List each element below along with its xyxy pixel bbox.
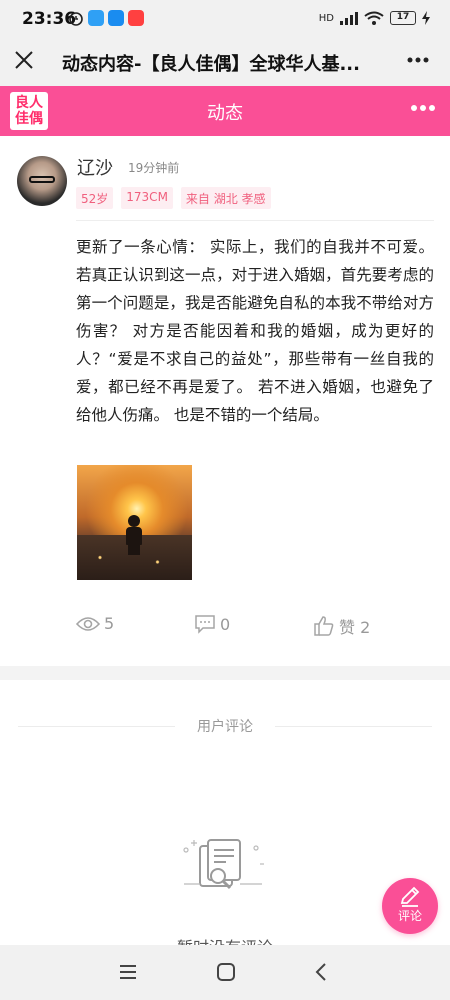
thumbs-up-icon bbox=[314, 616, 334, 636]
tag-height: 173CM bbox=[121, 187, 173, 209]
write-comment-button[interactable]: 评论 bbox=[382, 878, 438, 934]
avatar[interactable] bbox=[17, 156, 67, 206]
status-notification-icons bbox=[68, 10, 144, 26]
profile-tags: 52岁 173CM 来自 湖北 孝感 bbox=[76, 187, 271, 209]
avatar-glasses bbox=[29, 176, 55, 183]
section-separator bbox=[0, 666, 450, 680]
empty-document-icon bbox=[183, 839, 264, 890]
eye-icon bbox=[76, 616, 100, 631]
more-dots-icon bbox=[411, 105, 435, 111]
close-button[interactable] bbox=[12, 48, 36, 72]
post-stats: 5 0 赞 2 bbox=[0, 614, 450, 644]
tag-age: 52岁 bbox=[76, 187, 114, 209]
home-icon[interactable] bbox=[214, 960, 238, 984]
signal-icon bbox=[340, 12, 358, 25]
charging-icon bbox=[422, 11, 430, 25]
post-card: 辽沙 19分钟前 52岁 173CM 来自 湖北 孝感 更新了一条心情： 实际上… bbox=[0, 136, 450, 666]
alarm-icon bbox=[69, 12, 83, 26]
status-bar: 23:36 HD 17 bbox=[0, 0, 450, 38]
network-type: HD bbox=[318, 12, 334, 24]
image-child-silhouette bbox=[126, 515, 142, 555]
post-time: 19分钟前 bbox=[128, 161, 180, 175]
battery-icon: 17 bbox=[390, 11, 416, 25]
comments-count: 0 bbox=[220, 614, 231, 634]
back-icon[interactable] bbox=[310, 960, 334, 984]
close-icon bbox=[15, 51, 33, 69]
views-stat: 5 bbox=[76, 614, 114, 633]
views-count: 5 bbox=[104, 614, 115, 633]
write-comment-label: 评论 bbox=[397, 909, 422, 923]
post-image[interactable] bbox=[77, 465, 192, 580]
system-nav-bar bbox=[0, 945, 450, 1000]
pencil-icon bbox=[400, 886, 420, 907]
status-system-icons: HD 17 bbox=[319, 11, 430, 25]
comments-stat[interactable]: 0 bbox=[194, 614, 230, 634]
notification-app-icon bbox=[128, 10, 144, 26]
menu-icon[interactable] bbox=[116, 960, 140, 984]
page-title: 动态内容-【良人佳偶】全球华人基... bbox=[62, 54, 360, 75]
comments-title: 用户评论 bbox=[175, 716, 275, 736]
app-title-bar: 动态内容-【良人佳偶】全球华人基... bbox=[0, 38, 450, 86]
app-header: 良人 佳偶 动态 bbox=[0, 86, 450, 136]
comment-icon bbox=[195, 615, 215, 634]
divider bbox=[76, 220, 434, 221]
like-button[interactable]: 赞 2 bbox=[313, 614, 370, 638]
likes-label: 赞 2 bbox=[339, 618, 371, 637]
cloud-app-icon bbox=[88, 10, 104, 26]
post-body: 更新了一条心情： 实际上，我们的自我并不可爱。 若真正认识到这一点，对于进入婚姻… bbox=[76, 238, 434, 424]
tag-location: 来自 湖北 孝感 bbox=[180, 187, 271, 209]
empty-comments-text: 暂时没有评论 bbox=[0, 934, 450, 945]
header-more-button[interactable] bbox=[410, 93, 436, 125]
author-name[interactable]: 辽沙 bbox=[77, 154, 113, 180]
more-button[interactable] bbox=[406, 46, 430, 76]
header-title: 动态 bbox=[207, 103, 243, 124]
wifi-icon bbox=[364, 11, 384, 25]
more-icon bbox=[407, 57, 429, 63]
chat-app-icon bbox=[108, 10, 124, 26]
